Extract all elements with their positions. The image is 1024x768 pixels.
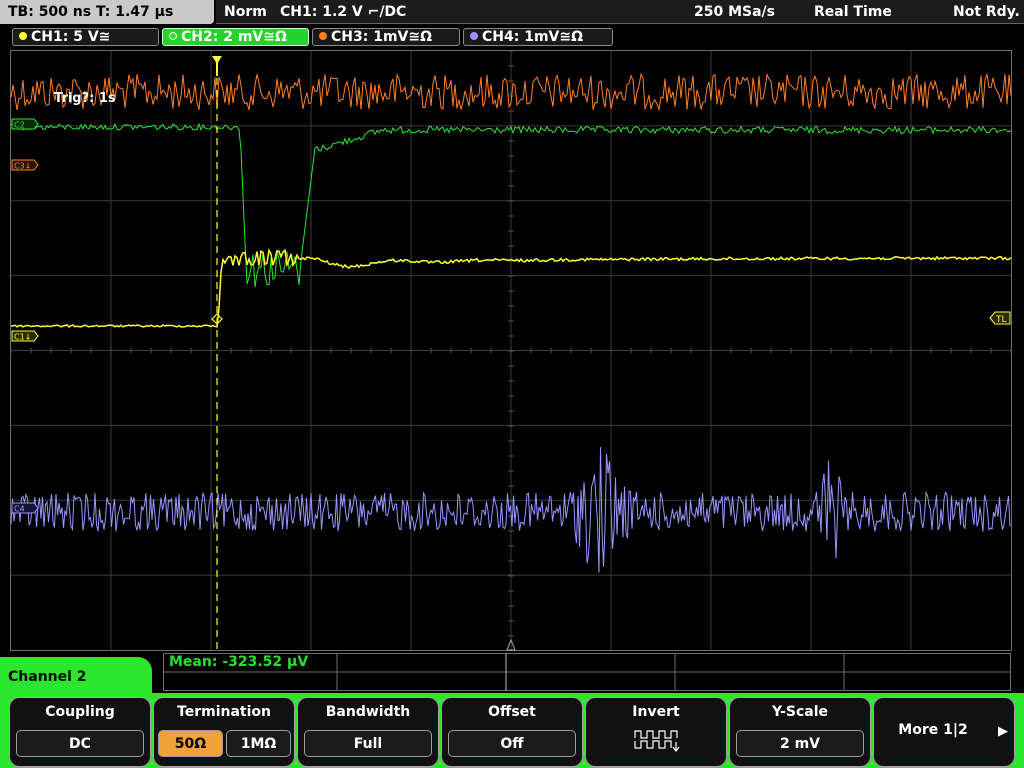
offset-label: Offset bbox=[488, 704, 536, 720]
trigger-level-marker[interactable]: TL bbox=[989, 311, 1011, 325]
bandwidth-softkey[interactable]: Bandwidth Full bbox=[297, 697, 439, 767]
invert-softkey[interactable]: Invert bbox=[585, 697, 727, 767]
invert-label: Invert bbox=[632, 704, 680, 720]
coupling-value[interactable]: DC bbox=[16, 730, 144, 757]
graticule bbox=[10, 50, 1012, 650]
y-scale-label: Y-Scale bbox=[771, 704, 828, 720]
ch1-ref-label: C1↓ bbox=[14, 333, 31, 342]
coupling-label: Coupling bbox=[45, 704, 115, 720]
termination-softkey[interactable]: Termination 50Ω 1MΩ bbox=[153, 697, 295, 767]
ch3-ref-label: C3↓ bbox=[14, 162, 31, 171]
trigger-level-label: TL bbox=[995, 315, 1007, 325]
more-label: More 1|2 bbox=[898, 722, 968, 738]
waveform-canvas: Trig?: 1s C2 C3↓ C1↓ C4 TL bbox=[10, 50, 1012, 651]
next-page-icon: ▶ bbox=[998, 724, 1008, 739]
termination-50ohm-option[interactable]: 50Ω bbox=[158, 730, 223, 757]
ch4-ref-label: C4 bbox=[14, 505, 25, 514]
coupling-softkey[interactable]: Coupling DC bbox=[9, 697, 151, 767]
offset-value[interactable]: Off bbox=[448, 730, 576, 757]
channel-menu-title: Channel 2 bbox=[0, 657, 152, 697]
more-softkey[interactable]: More 1|2 ▶ bbox=[873, 697, 1015, 767]
offset-softkey[interactable]: Offset Off bbox=[441, 697, 583, 767]
ch1-ref-marker[interactable]: C1↓ bbox=[11, 330, 39, 342]
ch2-ref-label: C2 bbox=[14, 121, 25, 130]
bandwidth-label: Bandwidth bbox=[325, 704, 411, 720]
ch2-ref-marker[interactable]: C2 bbox=[11, 118, 39, 130]
ch3-ref-marker[interactable]: C3↓ bbox=[11, 159, 39, 171]
bandwidth-value[interactable]: Full bbox=[304, 730, 432, 757]
termination-label: Termination bbox=[177, 704, 271, 720]
invert-waveform-icon bbox=[634, 730, 680, 752]
trigger-status-label: Trig?: 1s bbox=[54, 91, 116, 106]
ch4-ref-marker[interactable]: C4 bbox=[11, 502, 39, 514]
mean-measurement[interactable]: Mean: -323.52 µV bbox=[169, 654, 308, 670]
y-scale-value[interactable]: 2 mV bbox=[736, 730, 864, 757]
y-scale-softkey[interactable]: Y-Scale 2 mV bbox=[729, 697, 871, 767]
termination-1mohm-option[interactable]: 1MΩ bbox=[226, 730, 291, 757]
